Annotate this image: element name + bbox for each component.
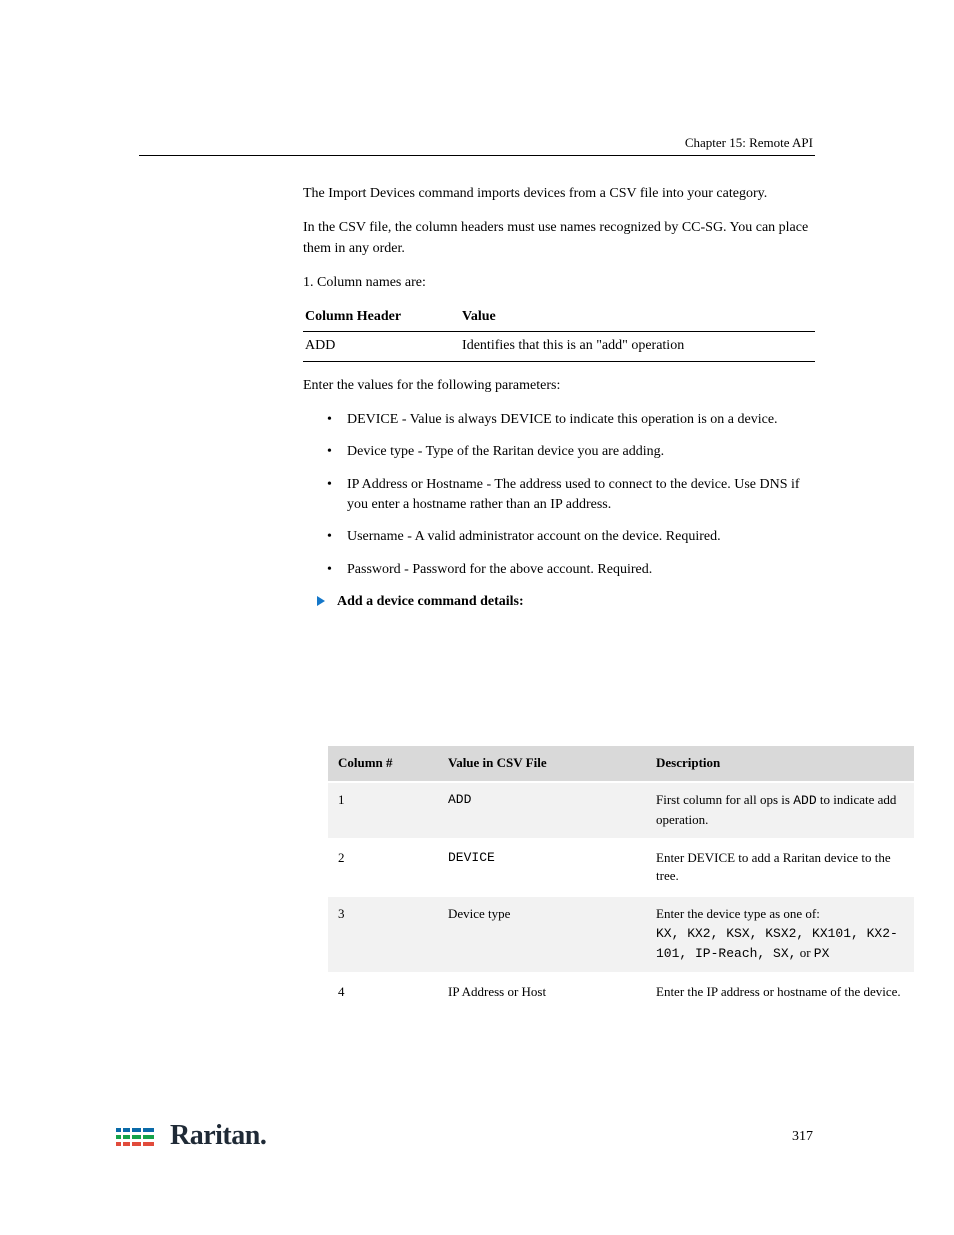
subhead-row: Add a device command details:: [317, 592, 815, 612]
row0-c2b: ADD: [793, 793, 816, 808]
brand-text: Raritan.: [170, 1116, 266, 1157]
bullet-icon: •: [327, 410, 333, 430]
table-row: 2 DEVICE Enter DEVICE to add a Raritan d…: [328, 839, 914, 896]
cmd-th-2: Description: [646, 746, 914, 782]
bullet-text-0: DEVICE - Value is always DEVICE to indic…: [347, 410, 778, 430]
row0-c1: ADD: [438, 782, 646, 839]
table-row: 4 IP Address or Host Enter the IP addres…: [328, 973, 914, 1011]
list-item: • Username - A valid administrator accoun…: [327, 527, 815, 547]
col-row-right: Identifies that this is an "add" operati…: [460, 332, 815, 361]
row1-c1: DEVICE: [438, 839, 646, 896]
row2-c2: Enter the device type as one of: KX, KX2…: [646, 896, 914, 974]
row1-c0: 2: [328, 839, 438, 896]
bullet-text-1: Device type - Type of the Raritan device…: [347, 442, 664, 462]
row0-c0: 1: [328, 782, 438, 839]
triangle-icon: [317, 596, 325, 606]
bullet-list: • DEVICE - Value is always DEVICE to indi…: [327, 410, 815, 580]
bullet-text-3: Username - A valid administrator account…: [347, 527, 721, 547]
row2-c0: 3: [328, 896, 438, 974]
row3-c0: 4: [328, 973, 438, 1011]
list-item: • DEVICE - Value is always DEVICE to indi…: [327, 410, 815, 430]
row2-c2b-line: KX, KX2, KSX, KSX2, KX101, KX2-101, IP-R…: [656, 924, 904, 964]
row3-c2: Enter the IP address or hostname of the …: [646, 973, 914, 1011]
row2-c2c: or: [800, 945, 811, 960]
bullet-icon: •: [327, 560, 333, 580]
logo-bars-icon: [116, 1124, 162, 1150]
bullet-icon: •: [327, 475, 333, 516]
bullet-text-2: IP Address or Hostname - The address use…: [347, 475, 815, 516]
list-item: • IP Address or Hostname - The address us…: [327, 475, 815, 516]
command-table: Column # Value in CSV File Description 1…: [328, 746, 914, 1013]
bullet-icon: •: [327, 442, 333, 462]
intro-para-1: The Import Devices command imports devic…: [303, 184, 815, 204]
intro-para-2: In the CSV file, the column headers must…: [303, 218, 815, 259]
row3-c1: IP Address or Host: [438, 973, 646, 1011]
cmd-th-0: Column #: [328, 746, 438, 782]
columns-table: Column HeaderValue ADDIdentifies that th…: [303, 299, 815, 362]
cmd-th-1: Value in CSV File: [438, 746, 646, 782]
row2-c1: Device type: [438, 896, 646, 974]
row2-c2d: PX: [814, 946, 830, 961]
list-item: • Device type - Type of the Raritan devic…: [327, 442, 815, 462]
table-row: 3 Device type Enter the device type as o…: [328, 896, 914, 974]
col-row-left: ADD: [303, 332, 460, 361]
col-head-left: Column Header: [303, 299, 460, 332]
footer-logo: Raritan.: [116, 1116, 266, 1157]
list-item: • Password - Password for the above accou…: [327, 560, 815, 580]
step-1: 1. Column names are:: [303, 273, 815, 293]
row2-c2a: Enter the device type as one of:: [656, 905, 904, 924]
row1-c2: Enter DEVICE to add a Raritan device to …: [646, 839, 914, 896]
row0-c2a: First column for all ops is: [656, 792, 790, 807]
row0-c2: First column for all ops is ADD to indic…: [646, 782, 914, 839]
header-divider: [139, 155, 815, 158]
bullet-text-4: Password - Password for the above accoun…: [347, 560, 652, 580]
col-head-right: Value: [460, 299, 815, 332]
bullet-icon: •: [327, 527, 333, 547]
table-row: 1 ADD First column for all ops is ADD to…: [328, 782, 914, 839]
row2-c2b: KX, KX2, KSX, KSX2, KX101, KX2-101, IP-R…: [656, 926, 898, 961]
values-intro: Enter the values for the following param…: [303, 376, 815, 396]
header-chapter: Chapter 15: Remote API: [685, 135, 813, 150]
page-number: 317: [792, 1127, 813, 1147]
subhead-text: Add a device command details:: [337, 592, 524, 612]
header-text: Chapter 15: Remote API: [685, 134, 813, 153]
